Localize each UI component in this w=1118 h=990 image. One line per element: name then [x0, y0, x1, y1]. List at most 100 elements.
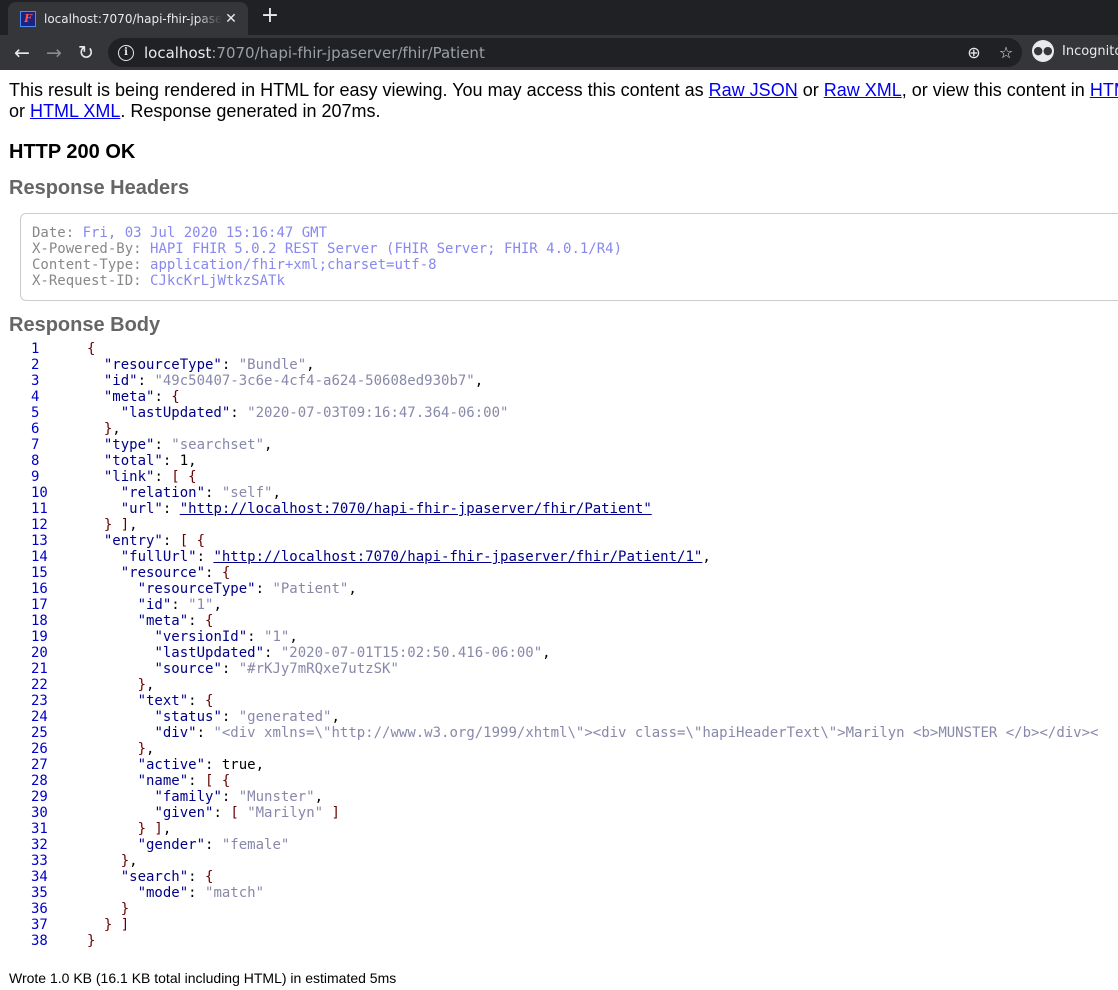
code-token: {: [221, 565, 231, 581]
code-content: "relation": "self",: [87, 485, 281, 501]
raw-json-link[interactable]: Raw JSON: [709, 80, 798, 100]
code-content: }: [87, 933, 95, 949]
code-line: 4 "meta": {: [0, 389, 1118, 405]
code-line: 5 "lastUpdated": "2020-07-03T09:16:47.36…: [0, 405, 1118, 421]
code-line: 7 "type": "searchset",: [0, 437, 1118, 453]
bookmark-star-icon[interactable]: ☆: [990, 43, 1022, 62]
new-tab-plus-icon[interactable]: +: [258, 5, 282, 29]
tab-title: localhost:7070/hapi-fhir-jpaserver/fhir/…: [44, 11, 222, 26]
code-token: "status": [154, 709, 222, 725]
code-token: :: [205, 485, 222, 501]
header-row: Content-Type: application/fhir+xml;chars…: [32, 257, 1118, 273]
code-content: "versionId": "1",: [87, 629, 297, 645]
code-token: "active": [137, 757, 206, 773]
code-content: "lastUpdated": "2020-07-01T15:02:50.416-…: [87, 645, 551, 661]
code-token: "name": [137, 773, 189, 789]
code-content: "lastUpdated": "2020-07-03T09:16:47.364-…: [87, 405, 509, 421]
response-headers-box: Date: Fri, 03 Jul 2020 15:16:47 GMT X-Pow…: [20, 213, 1118, 301]
header-name: Date:: [32, 225, 83, 241]
line-number: 12: [31, 517, 48, 533]
code-line: 28 "name": [ {: [0, 773, 1118, 789]
url-text[interactable]: localhost:7070/hapi-fhir-jpaserver/fhir/…: [144, 44, 485, 62]
code-content: "meta": {: [87, 389, 180, 405]
line-number: 13: [31, 533, 48, 549]
code-token: ,: [146, 677, 155, 693]
intro-text: . Response generated in 207ms.: [120, 101, 381, 121]
code-line: 29 "family": "Munster",: [0, 789, 1118, 805]
code-line: 6 },: [0, 421, 1118, 437]
code-token: }: [137, 741, 147, 757]
code-token: ,: [314, 789, 324, 805]
html-xml-link[interactable]: HTML XML: [30, 101, 120, 121]
header-value: HAPI FHIR 5.0.2 REST Server (FHIR Server…: [150, 241, 623, 257]
line-number: 9: [31, 469, 40, 485]
code-token: {: [87, 341, 96, 357]
code-line: 30 "given": [ "Marilyn" ]: [0, 805, 1118, 821]
code-token: :: [196, 549, 214, 565]
browser-tab[interactable]: F localhost:7070/hapi-fhir-jpaserver/fhi…: [8, 2, 248, 35]
line-number: 14: [31, 549, 48, 565]
code-token: "1": [188, 597, 214, 613]
code-token: } ]: [137, 821, 163, 837]
code-token: ,: [272, 485, 281, 501]
raw-xml-link[interactable]: Raw XML: [824, 80, 902, 100]
code-url-link[interactable]: "http://localhost:7070/hapi-fhir-jpaserv…: [180, 501, 652, 517]
code-content: "resourceType": "Patient",: [87, 581, 357, 597]
code-token: :: [221, 357, 239, 373]
close-icon[interactable]: ✕: [222, 10, 240, 27]
back-arrow-left-icon[interactable]: ←: [9, 40, 35, 66]
code-token: ,: [542, 645, 551, 661]
code-token: :: [188, 693, 206, 709]
intro-text: , or view this content in: [901, 80, 1090, 100]
info-icon[interactable]: i: [118, 44, 134, 61]
forward-arrow-right-icon[interactable]: →: [41, 40, 67, 66]
code-line: 27 "active": true,: [0, 757, 1118, 773]
code-token: :: [230, 405, 248, 421]
zoom-icon[interactable]: ⊕: [958, 43, 990, 62]
code-token: ,: [348, 581, 357, 597]
address-bar[interactable]: i localhost:7070/hapi-fhir-jpaserver/fhi…: [108, 38, 1022, 67]
reload-icon[interactable]: ↻: [73, 40, 99, 66]
line-number: 25: [31, 725, 48, 741]
response-body-heading: Response Body: [9, 314, 161, 336]
code-token: "mode": [137, 885, 189, 901]
code-token: "Marilyn": [247, 805, 324, 821]
line-number: 19: [31, 629, 48, 645]
line-number: 5: [31, 405, 40, 421]
code-content: "id": "49c50407-3c6e-4cf4-a624-50608ed93…: [87, 373, 483, 389]
line-number: 15: [31, 565, 48, 581]
code-line: 10 "relation": "self",: [0, 485, 1118, 501]
response-body-code: 1{2 "resourceType": "Bundle", 3 "id": "49…: [0, 341, 1118, 949]
code-line: 37 } ]: [0, 917, 1118, 933]
incognito-indicator[interactable]: ●● Incognito: [1032, 40, 1118, 62]
line-number: 27: [31, 757, 48, 773]
line-number: 35: [31, 885, 48, 901]
code-token: :: [247, 629, 265, 645]
footer-stats: Wrote 1.0 KB (16.1 KB total including HT…: [9, 970, 397, 986]
html-json-link[interactable]: HTML JSON: [1090, 80, 1118, 100]
code-content: "mode": "match": [87, 885, 264, 901]
header-name: X-Request-ID:: [32, 273, 151, 289]
line-number: 36: [31, 901, 48, 917]
code-content: "family": "Munster",: [87, 789, 323, 805]
incognito-label: Incognito: [1062, 43, 1118, 59]
code-token: ,: [129, 853, 138, 869]
code-token: ,: [162, 821, 172, 837]
code-token: "text": [137, 693, 189, 709]
code-line: 25 "div": "<div xmlns=\"http://www.w3.or…: [0, 725, 1118, 741]
line-number: 28: [31, 773, 48, 789]
code-token: "generated": [238, 709, 332, 725]
code-token: :: [196, 725, 214, 741]
code-line: 9 "link": [ {: [0, 469, 1118, 485]
code-url-link[interactable]: "http://localhost:7070/hapi-fhir-jpaserv…: [213, 549, 702, 565]
code-line: 38}: [0, 933, 1118, 949]
code-token: :: [221, 661, 239, 677]
